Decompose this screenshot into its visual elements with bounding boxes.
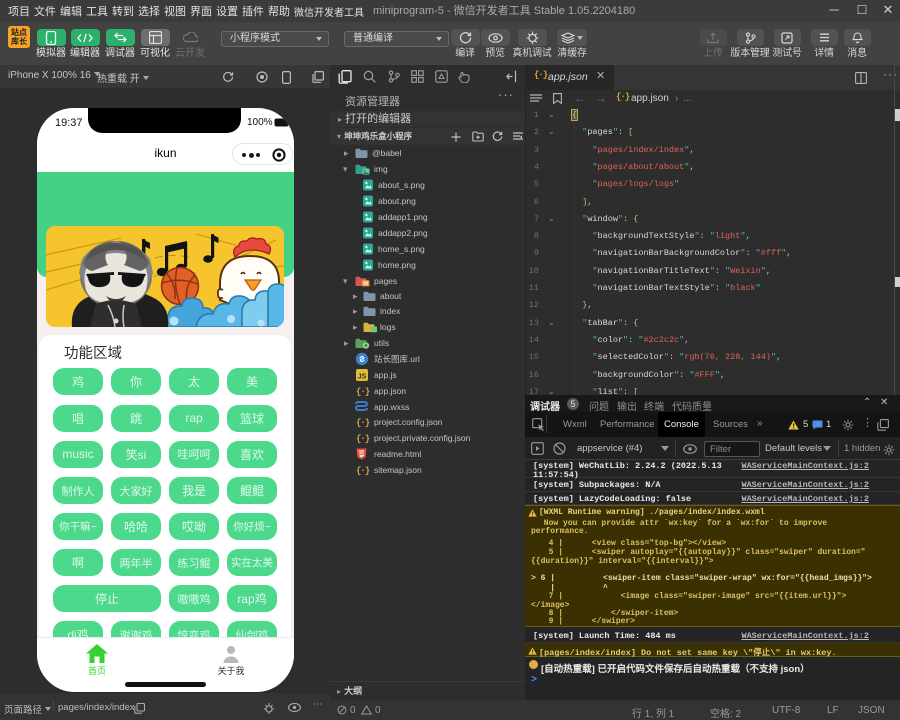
svg-text:JS: JS	[358, 374, 367, 381]
